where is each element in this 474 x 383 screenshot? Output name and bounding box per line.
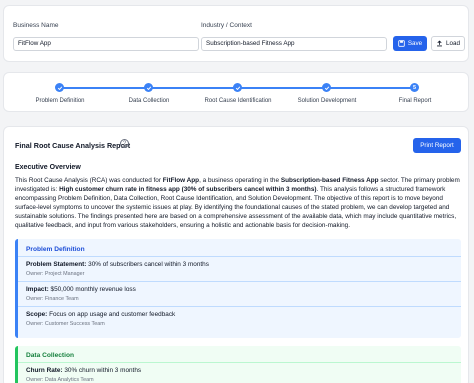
save-label: Save [407,40,423,47]
scope-owner: Owner: Customer Success Team [26,321,105,327]
step-4-complete-icon[interactable] [322,83,331,92]
executive-overview-text: This Root Cause Analysis (RCA) was condu… [15,177,460,229]
scope-item: Scope: Focus on app usage and customer f… [26,311,176,318]
report-title: Final Root Cause Analysis Report [15,141,131,150]
problem-definition-section: Problem Definition Problem Statement: 30… [15,239,461,338]
progress-stepper: 5 Problem Definition Data Collection Roo… [3,72,469,112]
load-label: Load [445,40,460,47]
step-label-solution-development: Solution Development [297,98,357,104]
item-divider [18,306,461,307]
churn-rate-item: Churn Rate: 30% churn within 3 months [26,367,142,374]
business-name-label: Business Name [13,22,59,29]
section-divider [18,362,461,363]
executive-overview-heading: Executive Overview [15,164,81,171]
step-2-complete-icon[interactable] [144,83,153,92]
step-3-complete-icon[interactable] [233,83,242,92]
item-divider [18,281,461,282]
industry-label: Industry / Context [201,22,252,29]
business-form-card: Business Name FitFlow App Industry / Con… [3,5,469,62]
business-name-input[interactable]: FitFlow App [13,37,199,51]
industry-input[interactable]: Subscription-based Fitness App [201,37,387,51]
problem-definition-title: Problem Definition [26,246,85,253]
step-label-problem-definition: Problem Definition [35,98,85,104]
problem-statement-owner: Owner: Project Manager [26,271,85,277]
upload-icon [437,40,442,47]
impact-owner: Owner: Finance Team [26,296,79,302]
save-icon [398,40,405,47]
data-collection-section: Data Collection Churn Rate: 30% churn wi… [15,346,461,383]
data-collection-title: Data Collection [26,352,74,359]
churn-rate-owner: Owner: Data Analytics Team [26,377,94,383]
problem-statement-item: Problem Statement: 30% of subscribers ca… [26,261,209,268]
impact-item: Impact: $50,000 monthly revenue loss [26,286,136,293]
step-label-data-collection: Data Collection [128,98,170,104]
step-label-final-report: Final Report [398,98,432,104]
step-1-complete-icon[interactable] [55,83,64,92]
final-report-card: Final Root Cause Analysis Report ? Print… [3,126,469,383]
section-divider [18,256,461,257]
help-icon[interactable]: ? [120,139,129,148]
print-report-button[interactable]: Print Report [413,138,461,153]
step-label-root-cause: Root Cause Identification [204,98,272,104]
step-5-current[interactable]: 5 [410,83,419,92]
load-button[interactable]: Load [431,36,465,51]
save-button[interactable]: Save [393,36,427,51]
